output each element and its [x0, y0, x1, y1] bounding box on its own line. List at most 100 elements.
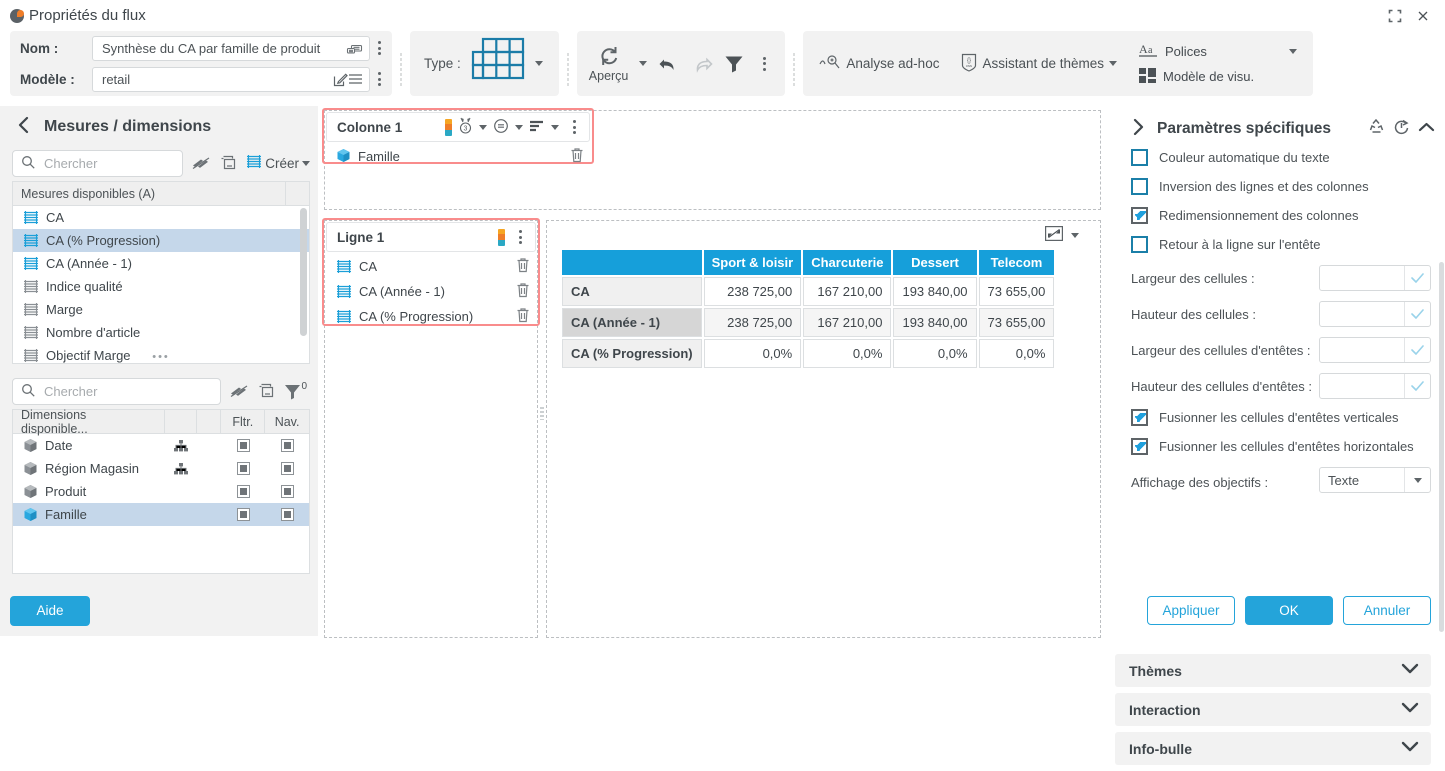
- measures-scrollbar[interactable]: [300, 208, 307, 336]
- model-menu-icon[interactable]: [370, 72, 388, 86]
- table-cell[interactable]: 0,0%: [803, 339, 892, 368]
- table-cell[interactable]: 167 210,00: [803, 277, 892, 306]
- setting-checkbox-row[interactable]: Fusionner les cellules d'entêtes horizon…: [1131, 438, 1431, 455]
- dimensions-search[interactable]: [12, 377, 221, 405]
- duplicate-icon[interactable]: [258, 383, 275, 399]
- undo-icon[interactable]: [658, 54, 680, 74]
- expand-icon[interactable]: [1045, 226, 1063, 244]
- table-column-header[interactable]: Telecom: [978, 250, 1055, 275]
- right-panel-scrollbar[interactable]: [1439, 262, 1444, 632]
- delete-icon[interactable]: [516, 307, 530, 326]
- checkbox-unchecked-icon[interactable]: [1131, 236, 1148, 253]
- measures-search[interactable]: [12, 149, 184, 177]
- table-cell[interactable]: 0,0%: [703, 339, 802, 368]
- row-zone-item[interactable]: CA: [324, 254, 538, 279]
- name-menu-icon[interactable]: [370, 41, 388, 55]
- chevron-down-icon[interactable]: [1401, 663, 1419, 678]
- chevron-down-icon[interactable]: [1404, 468, 1430, 492]
- table-cell[interactable]: 73 655,00: [978, 277, 1055, 306]
- measure-list-item[interactable]: Indice qualité: [13, 275, 309, 298]
- recycle-icon[interactable]: [1368, 118, 1385, 138]
- close-icon[interactable]: [1409, 4, 1437, 28]
- column-zone-header[interactable]: Colonne 1 3: [326, 112, 590, 142]
- delete-icon[interactable]: [516, 257, 530, 276]
- medal-caret[interactable]: [479, 124, 487, 130]
- checkbox-checked-icon[interactable]: [1131, 207, 1148, 224]
- measure-list-item[interactable]: Marge: [13, 298, 309, 321]
- chevron-up-icon[interactable]: [1418, 120, 1435, 137]
- dimension-filter-toggle[interactable]: [221, 508, 265, 521]
- measure-list-item[interactable]: CA (Année - 1): [13, 252, 309, 275]
- redo-icon[interactable]: [691, 54, 714, 74]
- table-column-header[interactable]: Charcuterie: [803, 250, 892, 275]
- edit-icon[interactable]: [333, 72, 348, 87]
- dimensions-search-input[interactable]: [42, 382, 212, 400]
- dimension-list-item[interactable]: Date: [13, 434, 309, 457]
- chevron-down-icon[interactable]: [1401, 741, 1419, 756]
- fonts-button[interactable]: A a Polices: [1139, 42, 1297, 61]
- viz-options-caret[interactable]: [1071, 232, 1079, 238]
- table-cell[interactable]: 193 840,00: [893, 277, 977, 306]
- hide-unused-icon[interactable]: [230, 384, 249, 399]
- theme-assistant-caret[interactable]: [1109, 61, 1118, 66]
- color-bar-icon[interactable]: [445, 118, 452, 136]
- row-zone-menu-icon[interactable]: [511, 230, 529, 244]
- visual-model-button[interactable]: Modèle de visu.: [1139, 67, 1297, 86]
- table-cell[interactable]: 0,0%: [978, 339, 1055, 368]
- dimension-nav-toggle[interactable]: [265, 485, 309, 498]
- dimension-list-item[interactable]: Famille: [13, 503, 309, 526]
- table-cell[interactable]: 73 655,00: [978, 308, 1055, 337]
- checkbox-unchecked-icon[interactable]: [1131, 178, 1148, 195]
- ok-button[interactable]: OK: [1245, 596, 1333, 625]
- measure-list-item[interactable]: Nombre d'article: [13, 321, 309, 344]
- table-row[interactable]: CA 238 725,00 167 210,00 193 840,00 73 655,0…: [562, 277, 1055, 306]
- checkbox-unchecked-icon[interactable]: [1131, 149, 1148, 166]
- chevron-left-icon[interactable]: [16, 116, 32, 137]
- table-row[interactable]: CA (Année - 1) 238 725,00 167 210,00 193 84…: [562, 308, 1055, 337]
- table-cell[interactable]: 238 725,00: [703, 308, 802, 337]
- confirm-check-icon[interactable]: [1404, 338, 1430, 362]
- dimension-nav-toggle[interactable]: [265, 462, 309, 475]
- delete-icon[interactable]: [570, 147, 584, 166]
- setting-checkbox-row[interactable]: Redimensionnement des colonnes: [1131, 207, 1431, 224]
- table-cell[interactable]: 193 840,00: [893, 308, 977, 337]
- equals-circle-icon[interactable]: [493, 118, 509, 137]
- confirm-check-icon[interactable]: [1404, 266, 1430, 290]
- dimension-nav-toggle[interactable]: [265, 508, 309, 521]
- chevron-right-icon[interactable]: [1131, 118, 1146, 139]
- setting-field-input[interactable]: [1319, 265, 1431, 291]
- name-input[interactable]: Synthèse du CA par famille de produit: [92, 35, 370, 61]
- setting-field-input[interactable]: [1319, 337, 1431, 363]
- measures-search-input[interactable]: [42, 154, 175, 172]
- dimension-nav-toggle[interactable]: [265, 439, 309, 452]
- setting-checkbox-row[interactable]: Couleur automatique du texte: [1131, 149, 1431, 166]
- setting-field-input[interactable]: [1319, 373, 1431, 399]
- setting-checkbox-row[interactable]: Fusionner les cellules d'entêtes vertica…: [1131, 409, 1431, 426]
- equals-caret[interactable]: [515, 124, 523, 130]
- table-column-header[interactable]: Dessert: [893, 250, 977, 275]
- accordion-section[interactable]: Thèmes: [1115, 654, 1431, 687]
- more-options-icon[interactable]: [755, 56, 773, 71]
- accordion-section[interactable]: Interaction: [1115, 693, 1431, 726]
- duplicate-icon[interactable]: [220, 155, 237, 171]
- restore-icon[interactable]: [1381, 4, 1409, 28]
- accordion-section[interactable]: Info-bulle: [1115, 732, 1431, 765]
- dimension-list-item[interactable]: Produit: [13, 480, 309, 503]
- hide-unused-icon[interactable]: [192, 156, 211, 171]
- crosstab-table[interactable]: Sport & loisir Charcuterie Dessert Telecom C…: [560, 248, 1056, 370]
- checkbox-checked-icon[interactable]: [1131, 409, 1148, 426]
- medal-icon[interactable]: 3: [458, 117, 473, 137]
- delete-icon[interactable]: [516, 282, 530, 301]
- dimension-list-item[interactable]: Région Magasin: [13, 457, 309, 480]
- row-zone-item[interactable]: CA (% Progression): [324, 304, 538, 329]
- database-link-icon[interactable]: [346, 41, 363, 56]
- reset-icon[interactable]: [1393, 119, 1410, 139]
- row-zone-resize-grip[interactable]: [540, 406, 544, 420]
- fonts-caret[interactable]: [1288, 48, 1297, 54]
- confirm-check-icon[interactable]: [1404, 374, 1430, 398]
- table-cell[interactable]: 167 210,00: [803, 308, 892, 337]
- dimensions-list[interactable]: Date Région Magasin Produit Famille: [13, 434, 309, 526]
- sort-icon[interactable]: [529, 119, 545, 136]
- help-button[interactable]: Aide: [10, 595, 90, 626]
- apply-button[interactable]: Appliquer: [1147, 596, 1235, 625]
